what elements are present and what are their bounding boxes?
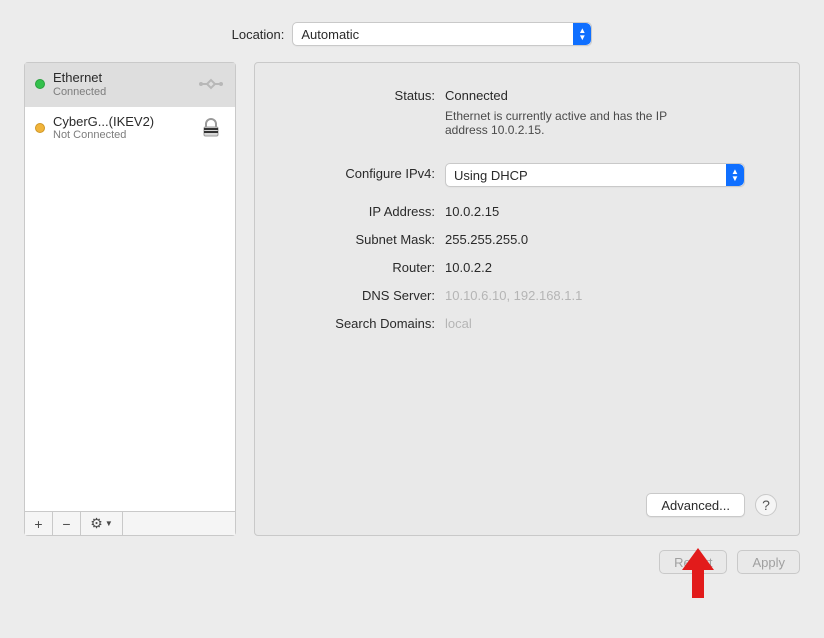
status-dot-icon [35,79,45,89]
interface-actions-menu[interactable]: ⚙︎ ▼ [81,512,123,535]
sidebar-item-vpn[interactable]: CyberG...(IKEV2) Not Connected [25,107,235,151]
location-dropdown[interactable]: Automatic ▲▼ [292,22,592,46]
dropdown-arrows-icon: ▲▼ [573,23,591,45]
configure-ipv4-value: Using DHCP [454,168,528,183]
search-domains-value[interactable]: local [445,313,777,331]
router-label: Router: [277,257,445,275]
apply-button[interactable]: Apply [737,550,800,574]
configure-ipv4-dropdown[interactable]: Using DHCP ▲▼ [445,163,745,187]
interfaces-sidebar: Ethernet Connected CyberG...(IKEV2) [24,62,236,536]
sidebar-item-ethernet[interactable]: Ethernet Connected [25,63,235,107]
dns-server-value[interactable]: 10.10.6.10, 192.168.1.1 [445,285,777,303]
footer-buttons: Revert Apply [0,536,824,574]
subnet-mask-label: Subnet Mask: [277,229,445,247]
router-value: 10.0.2.2 [445,257,777,275]
subnet-mask-value: 255.255.255.0 [445,229,777,247]
add-interface-button[interactable]: + [25,512,53,535]
help-button[interactable]: ? [755,494,777,516]
main-panel: Status: Connected Ethernet is currently … [254,62,800,536]
advanced-button[interactable]: Advanced... [646,493,745,517]
interface-name: Ethernet [53,70,189,86]
interface-status: Not Connected [53,129,189,142]
location-label: Location: [232,27,285,42]
ip-address-label: IP Address: [277,201,445,219]
ip-address-value: 10.0.2.15 [445,201,777,219]
status-label: Status: [277,85,445,103]
sidebar-toolbar: + − ⚙︎ ▼ [25,511,235,535]
location-row: Location: Automatic ▲▼ [0,0,824,62]
ethernet-icon [197,73,225,95]
revert-button[interactable]: Revert [659,550,727,574]
search-domains-label: Search Domains: [277,313,445,331]
location-value: Automatic [301,27,359,42]
dropdown-arrows-icon: ▲▼ [726,164,744,186]
dns-server-label: DNS Server: [277,285,445,303]
lock-icon [197,117,225,139]
status-description: Ethernet is currently active and has the… [445,109,705,137]
status-value: Connected [445,88,508,103]
remove-interface-button[interactable]: − [53,512,81,535]
status-dot-icon [35,123,45,133]
interfaces-list: Ethernet Connected CyberG...(IKEV2) [25,63,235,511]
chevron-down-icon: ▼ [105,519,113,528]
configure-ipv4-label: Configure IPv4: [277,163,445,181]
interface-name: CyberG...(IKEV2) [53,114,189,130]
gear-icon: ⚙︎ [90,515,103,532]
interface-status: Connected [53,86,189,99]
